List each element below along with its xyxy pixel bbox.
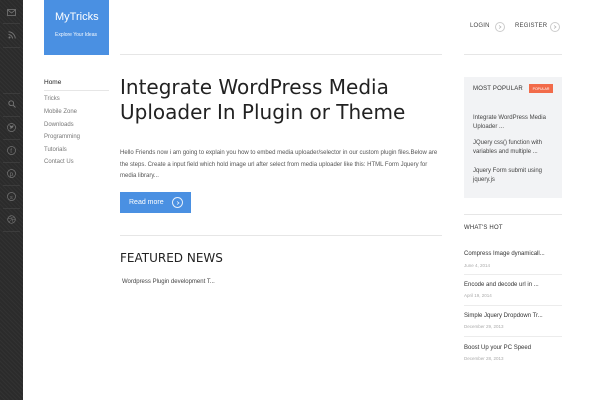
login-arrow-icon[interactable]	[495, 22, 505, 32]
twitter-icon[interactable]	[0, 118, 23, 136]
popular-item[interactable]: Jquery Form submit using jquery.js	[473, 167, 557, 184]
nav-item-tricks[interactable]: Tricks	[44, 96, 60, 102]
hot-divider	[464, 305, 562, 306]
dribbble-icon[interactable]	[0, 210, 23, 228]
read-more-button[interactable]: Read more	[120, 192, 191, 213]
hot-item-date: June 4, 2014	[464, 263, 491, 268]
most-popular-widget: MOST POPULAR POPULAR Integrate WordPress…	[464, 77, 562, 198]
nav-item-tutorials[interactable]: Tutorials	[44, 147, 67, 153]
popular-item[interactable]: Integrate WordPress Media Uploader ...	[473, 114, 557, 131]
search-icon[interactable]	[0, 95, 23, 113]
divider	[3, 208, 20, 209]
svg-text:f: f	[10, 149, 12, 155]
divider	[3, 231, 20, 232]
register-arrow-icon[interactable]	[550, 22, 560, 32]
svg-text:s: s	[10, 194, 13, 200]
arrow-right-icon	[172, 197, 183, 208]
nav-item-contact-us[interactable]: Contact Us	[44, 159, 74, 165]
content-divider	[120, 235, 442, 236]
hot-item-date: December 29, 2013	[464, 324, 504, 329]
most-popular-heading: MOST POPULAR	[473, 86, 523, 92]
nav-item-programming[interactable]: Programming	[44, 134, 80, 140]
site-tagline: Explore Your Ideas	[55, 32, 97, 38]
site-logo[interactable]: MyTricks Explore Your Ideas	[44, 0, 109, 55]
hot-divider	[464, 336, 562, 337]
hot-item[interactable]: Boost Up your PC Speed	[464, 345, 554, 351]
nav-item-home[interactable]: Home	[44, 79, 61, 86]
skype-icon[interactable]: s	[0, 187, 23, 205]
popular-badge: POPULAR	[529, 84, 553, 93]
nav-active-underline	[44, 90, 109, 91]
hot-divider	[464, 274, 562, 275]
mail-icon[interactable]	[0, 3, 23, 21]
nav-item-mobile-zone[interactable]: Mobile Zone	[44, 109, 77, 115]
social-sidebar: f p s	[0, 0, 23, 400]
hot-item[interactable]: Simple Jquery Dropdown Tr...	[464, 313, 554, 319]
popular-item[interactable]: JQuery css() function with variables and…	[473, 139, 557, 156]
header-divider	[120, 54, 442, 55]
featured-news-heading: FEATURED NEWS	[120, 251, 223, 265]
divider	[3, 93, 20, 94]
hot-item[interactable]: Encode and decode url in ...	[464, 282, 554, 288]
rss-icon[interactable]	[0, 26, 23, 44]
divider	[3, 185, 20, 186]
nav-item-downloads[interactable]: Downloads	[44, 122, 74, 128]
post-title[interactable]: Integrate WordPress Media Uploader In Pl…	[120, 75, 440, 125]
hot-item-date: December 28, 2013	[464, 356, 504, 361]
featured-news-item[interactable]: Wordpress Plugin development T...	[122, 279, 215, 285]
header-divider-right	[464, 54, 562, 55]
divider	[3, 23, 20, 24]
divider	[3, 139, 20, 140]
pinterest-icon[interactable]: p	[0, 164, 23, 182]
sidebar-divider	[464, 214, 562, 215]
hot-item[interactable]: Compress Image dynamicall...	[464, 251, 554, 257]
divider	[3, 116, 20, 117]
divider	[3, 162, 20, 163]
login-link[interactable]: LOGIN	[470, 23, 490, 29]
register-link[interactable]: REGISTER	[515, 23, 547, 29]
post-excerpt: Hello Friends now i am going to explain …	[120, 150, 438, 179]
whats-hot-heading: WHAT'S HOT	[464, 225, 503, 231]
divider	[3, 47, 20, 48]
facebook-icon[interactable]: f	[0, 141, 23, 159]
read-more-label: Read more	[129, 199, 164, 206]
hot-item-date: April 19, 2014	[464, 293, 492, 298]
site-name: MyTricks	[55, 11, 99, 23]
